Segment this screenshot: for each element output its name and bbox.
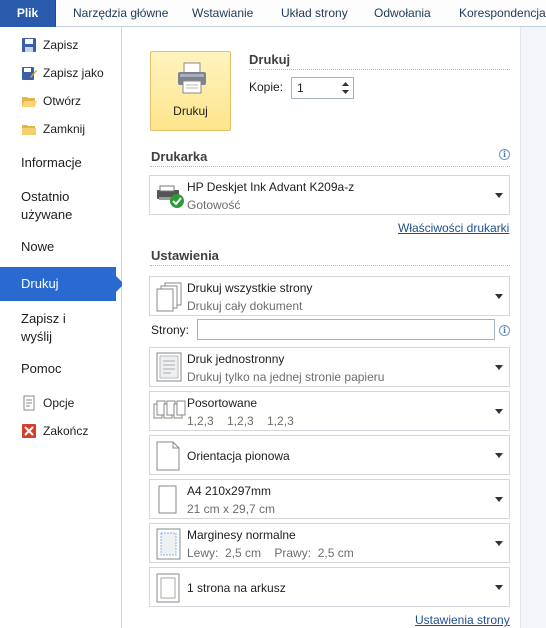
info-icon[interactable]: i xyxy=(499,149,510,160)
option-subtitle: 1,2,3 1,2,3 1,2,3 xyxy=(187,414,294,428)
option-title: Marginesy normalne xyxy=(187,528,296,542)
printer-ready-icon xyxy=(156,183,186,212)
nav-save-send[interactable]: Zapisz i wyślij xyxy=(0,310,90,346)
nav-print[interactable]: Drukuj xyxy=(0,267,124,301)
nav-new[interactable]: Nowe xyxy=(0,238,122,256)
close-folder-icon xyxy=(21,121,37,137)
decrement-arrow-icon[interactable] xyxy=(340,88,351,97)
print-title: Drukuj xyxy=(249,52,291,67)
tab-home[interactable]: Narzędzia główne xyxy=(73,0,168,27)
printer-icon xyxy=(177,62,207,99)
divider xyxy=(150,265,510,266)
nav-options[interactable]: Opcje xyxy=(0,391,122,415)
collation-dropdown[interactable]: Posortowane 1,2,3 1,2,3 1,2,3 xyxy=(149,391,510,431)
page-setup-link[interactable]: Ustawienia strony xyxy=(415,613,510,627)
option-subtitle: Lewy: 2,5 cm Prawy: 2,5 cm xyxy=(187,546,354,560)
option-title: Drukuj wszystkie strony xyxy=(187,281,313,295)
copies-value: 1 xyxy=(297,81,304,95)
paper-size-dropdown[interactable]: A4 210x297mm 21 cm x 29,7 cm xyxy=(149,479,510,519)
save-as-icon xyxy=(21,65,37,81)
ribbon-tab-bar: Plik Narzędzia główne Wstawianie Układ s… xyxy=(0,0,546,27)
print-range-dropdown[interactable]: Drukuj wszystkie strony Drukuj cały doku… xyxy=(149,276,510,316)
divider xyxy=(150,166,510,167)
nav-save-as[interactable]: Zapisz jako xyxy=(0,61,122,85)
pages-per-sheet-dropdown[interactable]: 1 strona na arkusz xyxy=(149,567,510,607)
option-title: A4 210x297mm xyxy=(187,484,272,498)
printer-dropdown[interactable]: HP Deskjet Ink Advant K209a-z Gotowość xyxy=(149,175,510,215)
dropdown-arrow-icon xyxy=(495,497,503,502)
dropdown-arrow-icon xyxy=(495,453,503,458)
nav-exit[interactable]: Zakończ xyxy=(0,419,122,443)
tab-insert[interactable]: Wstawianie xyxy=(192,0,253,27)
option-title: Druk jednostronny xyxy=(187,352,285,366)
printer-properties-link[interactable]: Właściwości drukarki xyxy=(398,221,509,235)
margins-dropdown[interactable]: Marginesy normalne Lewy: 2,5 cm Prawy: 2… xyxy=(149,523,510,563)
pages-per-sheet-icon xyxy=(156,573,182,606)
nav-save-as-label: Zapisz jako xyxy=(43,66,104,80)
dropdown-arrow-icon xyxy=(495,294,503,299)
copies-label: Kopie: xyxy=(249,80,284,94)
nav-recent[interactable]: Ostatnio używane xyxy=(0,188,100,224)
info-icon[interactable]: i xyxy=(499,325,510,336)
dropdown-arrow-icon xyxy=(495,193,503,198)
pages-input[interactable] xyxy=(197,319,495,340)
pages-label: Strony: xyxy=(151,323,190,337)
increment-arrow-icon[interactable] xyxy=(340,79,351,88)
nav-open[interactable]: Otwórz xyxy=(0,89,122,113)
tab-file[interactable]: Plik xyxy=(0,0,56,27)
orientation-dropdown[interactable]: Orientacja pionowa xyxy=(149,435,510,475)
tab-page-layout[interactable]: Układ strony xyxy=(281,0,348,27)
paper-size-icon xyxy=(158,485,178,518)
nav-info[interactable]: Informacje xyxy=(0,154,122,172)
nav-open-label: Otwórz xyxy=(43,94,82,108)
dropdown-arrow-icon xyxy=(495,541,503,546)
print-button-label: Drukuj xyxy=(173,104,208,118)
option-subtitle: 21 cm x 29,7 cm xyxy=(187,502,276,516)
collated-pages-icon xyxy=(153,400,186,425)
nav-save[interactable]: Zapisz xyxy=(0,33,122,57)
printer-section-title: Drukarka xyxy=(151,149,208,164)
nav-exit-label: Zakończ xyxy=(43,424,89,438)
dropdown-arrow-icon xyxy=(495,409,503,414)
printer-name: HP Deskjet Ink Advant K209a-z xyxy=(187,180,355,194)
settings-section-title: Ustawienia xyxy=(151,248,219,263)
one-sided-page-icon xyxy=(156,351,184,386)
option-subtitle: Drukuj tylko na jednej stronie papieru xyxy=(187,370,385,384)
nav-close-label: Zamknij xyxy=(43,122,86,136)
tab-mailings[interactable]: Korespondencja xyxy=(459,0,546,27)
copies-stepper[interactable]: 1 xyxy=(291,77,354,99)
option-title: Orientacja pionowa xyxy=(187,449,290,463)
nav-save-label: Zapisz xyxy=(43,38,79,52)
tab-references[interactable]: Odwołania xyxy=(374,0,431,27)
preview-edge xyxy=(520,27,546,628)
open-folder-icon xyxy=(21,93,37,109)
nav-help[interactable]: Pomoc xyxy=(0,360,122,378)
dropdown-arrow-icon xyxy=(495,585,503,590)
option-title: 1 strona na arkusz xyxy=(187,581,286,595)
margins-icon xyxy=(156,528,182,563)
pages-stack-icon xyxy=(156,282,184,315)
divider xyxy=(249,69,510,70)
exit-icon xyxy=(21,423,37,439)
portrait-page-icon xyxy=(156,441,180,474)
save-icon xyxy=(21,37,37,53)
print-button[interactable]: Drukuj xyxy=(150,51,231,131)
dropdown-arrow-icon xyxy=(495,365,503,370)
nav-close[interactable]: Zamknij xyxy=(0,117,122,141)
option-title: Posortowane xyxy=(187,396,258,410)
options-icon xyxy=(21,395,37,411)
option-subtitle: Drukuj cały dokument xyxy=(187,299,303,313)
nav-options-label: Opcje xyxy=(43,396,75,410)
printer-status: Gotowość xyxy=(187,198,241,212)
duplex-dropdown[interactable]: Druk jednostronny Drukuj tylko na jednej… xyxy=(149,347,510,387)
